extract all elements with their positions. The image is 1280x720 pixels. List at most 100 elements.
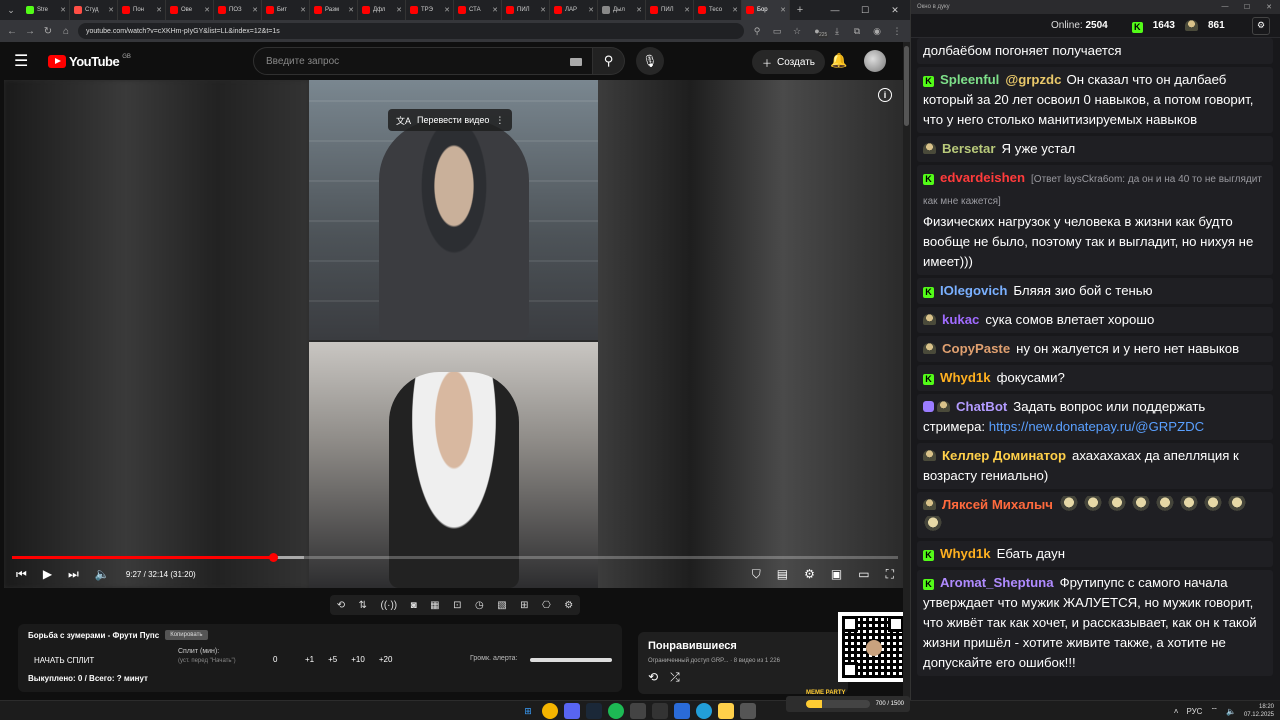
loop-icon[interactable]: ⟲ xyxy=(337,600,345,611)
search-button[interactable]: ⚲ xyxy=(593,47,625,75)
app-blue-icon[interactable] xyxy=(674,703,690,719)
play-icon[interactable]: ▶ xyxy=(43,567,52,581)
browser-tab[interactable]: ПИЛ ✕ xyxy=(646,0,694,20)
subtitles-icon[interactable]: ▤ xyxy=(777,567,788,581)
browser-tab[interactable]: ТРЭ ✕ xyxy=(406,0,454,20)
progress-bar[interactable] xyxy=(12,553,898,562)
screenshot-icon[interactable]: ▧ xyxy=(497,600,506,611)
tab-close-icon[interactable]: ✕ xyxy=(636,6,642,14)
info-icon[interactable]: i xyxy=(878,88,892,102)
browser-tab[interactable]: Бит ✕ xyxy=(262,0,310,20)
tab-close-icon[interactable]: ✕ xyxy=(156,6,162,14)
browser-tab[interactable]: ПИЛ ✕ xyxy=(502,0,550,20)
zoom-icon[interactable]: ⚲ xyxy=(750,26,764,37)
notifications-bell-icon[interactable]: 🔔 xyxy=(830,52,847,69)
chat-username[interactable]: ChatBot xyxy=(956,399,1007,414)
tab-close-icon[interactable]: ✕ xyxy=(444,6,450,14)
home-icon[interactable]: ⌂ xyxy=(60,26,72,37)
explorer-icon[interactable] xyxy=(718,703,734,719)
menu-dots-icon[interactable]: ⋮ xyxy=(890,26,904,37)
previous-icon[interactable]: ⏮ xyxy=(16,567,27,582)
chat-username[interactable]: Aromat_Sheptuna xyxy=(940,575,1054,590)
chat-username[interactable]: Spleenful xyxy=(940,72,999,87)
volume-icon[interactable]: 🔈 xyxy=(95,567,110,581)
video-player[interactable]: 文A Перевести видео ⋮ i ⏮ ▶ ⏭ 🔈 9:27 / 32… xyxy=(4,80,906,588)
extension-icon[interactable]: ● 225 xyxy=(810,26,829,38)
maximize-icon[interactable]: ☐ xyxy=(850,5,880,16)
terminal-icon[interactable] xyxy=(652,703,668,719)
youtube-logo[interactable]: YouTube GB xyxy=(48,54,131,69)
minimize-icon[interactable]: — xyxy=(820,5,850,16)
url-field[interactable]: youtube.com/watch?v=cXKHm-pIyGY&list=LL&… xyxy=(78,23,744,39)
browser-tab[interactable]: ЛАР ✕ xyxy=(550,0,598,20)
alert-volume-slider[interactable] xyxy=(530,658,612,662)
chat-username[interactable]: kukac xyxy=(942,312,979,327)
language-indicator[interactable]: РУС xyxy=(1186,707,1202,716)
increment-1-button[interactable]: +1 xyxy=(305,655,314,664)
app-grey-icon[interactable] xyxy=(740,703,756,719)
browser-tab[interactable]: Студ ✕ xyxy=(70,0,118,20)
back-icon[interactable]: ← xyxy=(6,26,18,37)
speaker-icon[interactable]: 🔈 xyxy=(1226,707,1236,716)
tab-close-icon[interactable]: ✕ xyxy=(204,6,210,14)
tab-close-icon[interactable]: ✕ xyxy=(492,6,498,14)
crop-icon[interactable]: ⊡ xyxy=(453,600,461,611)
chat-mention[interactable]: @grpzdc xyxy=(1005,72,1061,87)
chat-username[interactable]: Whyd1k xyxy=(940,370,991,385)
chat-username[interactable]: Ляксей Михалыч xyxy=(942,497,1053,512)
loop-playlist-icon[interactable]: ⟲ xyxy=(648,670,658,685)
chat-username[interactable]: Bersetar xyxy=(942,141,996,156)
shuffle-icon[interactable]: ⤮ xyxy=(670,670,680,685)
increment-5-button[interactable]: +5 xyxy=(328,655,337,664)
ext-settings-icon[interactable]: ⚙ xyxy=(564,600,573,611)
chat-username[interactable]: CopyPaste xyxy=(942,341,1010,356)
camera-record-icon[interactable]: ◙ xyxy=(411,600,417,611)
steam-icon[interactable] xyxy=(586,703,602,719)
theater-mode-icon[interactable]: ▭ xyxy=(858,567,869,581)
chat-minimize-icon[interactable]: — xyxy=(1214,3,1236,11)
avatar[interactable] xyxy=(864,50,886,72)
chat-username[interactable]: IOlegovich xyxy=(940,283,1007,298)
tab-close-icon[interactable]: ✕ xyxy=(60,6,66,14)
search-input[interactable]: Введите запрос xyxy=(253,47,593,75)
tab-close-icon[interactable]: ✕ xyxy=(588,6,594,14)
voice-search-button[interactable]: 🎙 xyxy=(636,47,664,75)
browser-tab[interactable]: Дфл ✕ xyxy=(358,0,406,20)
chrome-icon[interactable] xyxy=(542,703,558,719)
browser-tab[interactable]: СТА ✕ xyxy=(454,0,502,20)
next-icon[interactable]: ⏭ xyxy=(68,567,79,582)
fullscreen-icon[interactable]: ⛶ xyxy=(886,567,894,582)
forward-icon[interactable]: → xyxy=(24,26,36,37)
broadcast-icon[interactable]: ((·)) xyxy=(380,600,397,611)
tab-close-icon[interactable]: ✕ xyxy=(780,6,786,14)
chat-settings-icon[interactable]: ⚙ xyxy=(1252,16,1270,35)
speed-icon[interactable]: ◷ xyxy=(475,600,484,611)
playlist-title[interactable]: Понравившиеся xyxy=(648,640,838,652)
chat-message-list[interactable]: долбаёбом погоняет получается K Spleenful @… xyxy=(917,38,1273,694)
windows-start-icon[interactable]: ⊞ xyxy=(520,703,536,719)
sponsorblock-shield-icon[interactable]: ⛉ xyxy=(752,567,761,582)
tab-close-icon[interactable]: ✕ xyxy=(300,6,306,14)
chat-username[interactable]: edvardeishen xyxy=(940,170,1025,185)
chat-username[interactable]: Whyd1k xyxy=(940,546,991,561)
close-icon[interactable]: ✕ xyxy=(880,5,910,16)
keyboard-icon[interactable] xyxy=(570,58,582,66)
increment-10-button[interactable]: +10 xyxy=(351,655,365,664)
browser-tab[interactable]: ПОЗ ✕ xyxy=(214,0,262,20)
start-split-button[interactable]: НАЧАТЬ СПЛИТ xyxy=(34,656,94,665)
new-tab-button[interactable]: + xyxy=(790,4,810,16)
cast-icon[interactable]: ▭ xyxy=(770,26,784,37)
profile-icon[interactable]: ◉ xyxy=(870,26,884,37)
browser-tab[interactable]: Бор ✕ xyxy=(742,0,790,20)
miniplayer-icon[interactable]: ▣ xyxy=(831,567,842,581)
chat-username[interactable]: Келлер Доминатор xyxy=(942,448,1066,463)
more-dots-icon[interactable]: ⋮ xyxy=(495,115,504,126)
tab-close-icon[interactable]: ✕ xyxy=(540,6,546,14)
clock[interactable]: 18:20 07.12.2025 xyxy=(1244,703,1274,719)
tab-close-icon[interactable]: ✕ xyxy=(396,6,402,14)
obs-icon[interactable] xyxy=(630,703,646,719)
download-icon[interactable]: ⤓ xyxy=(830,26,844,37)
tab-close-icon[interactable]: ✕ xyxy=(684,6,690,14)
puzzle-icon[interactable]: ⧉ xyxy=(850,26,864,37)
hamburger-menu-icon[interactable]: ☰ xyxy=(14,51,38,71)
